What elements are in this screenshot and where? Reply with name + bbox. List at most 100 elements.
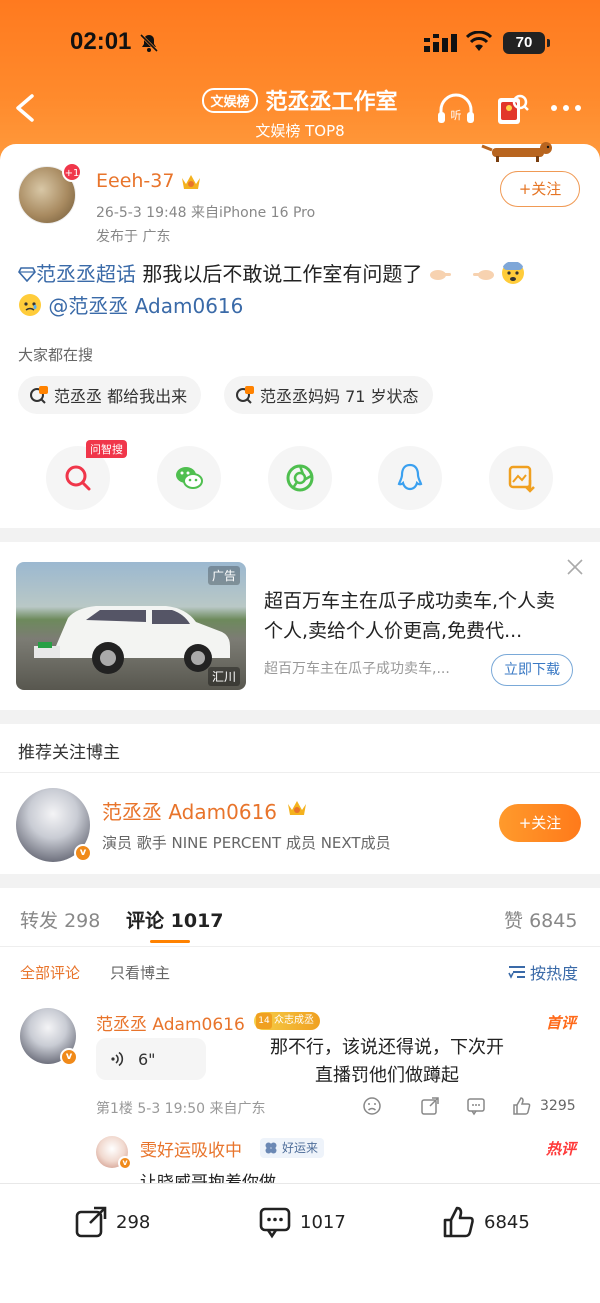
crown-icon — [182, 175, 200, 189]
like-thumb-icon — [443, 1206, 474, 1238]
repost-comment-icon[interactable] — [420, 1096, 440, 1116]
post-card: +1 Eeeh-37 26-5-3 19:48 来自iPhone 16 Pro … — [0, 142, 600, 528]
post-location: 发布于 广东 — [96, 229, 171, 245]
comment-count: 1017 — [300, 1211, 346, 1233]
post-text: 那我以后不敢说工作室有问题了 — [136, 262, 423, 286]
recommended-name[interactable]: 范丞丞 Adam0616 — [102, 796, 277, 825]
close-icon[interactable] — [566, 558, 584, 576]
ad-subtitle: 超百万车主在瓜子成功卖车,... — [264, 661, 450, 677]
reply-author[interactable]: 雯好运吸收中 — [140, 1136, 242, 1161]
voice-duration: 6" — [138, 1049, 156, 1069]
voice-transcript: 那不行，该说还得说，下次开直播罚他们做蹲起 — [270, 1037, 504, 1086]
battery-indicator: 70 — [503, 32, 550, 54]
filter-author-only[interactable]: 只看博主 — [110, 962, 170, 983]
trending-search-item[interactable]: 范丞丞妈妈 71 岁状态 — [224, 376, 433, 414]
share-row: 问智搜 — [0, 440, 600, 510]
bell-muted-icon — [139, 33, 159, 53]
clover-icon — [265, 1142, 277, 1154]
recommended-description: 演员 歌手 NINE PERCENT 成员 NEXT成员 — [102, 834, 391, 852]
voice-message[interactable]: 6" — [96, 1038, 206, 1080]
ad-label: 广告 — [207, 566, 240, 585]
cellular-signal-icon — [424, 34, 457, 52]
red-packet-search-icon[interactable] — [494, 90, 530, 128]
verified-v-icon: v — [118, 1156, 132, 1170]
follow-author-button[interactable]: +关注 — [500, 171, 580, 207]
comment-author[interactable]: 范丞丞 Adam0616 — [96, 1010, 245, 1035]
like-thumb-icon[interactable] — [512, 1096, 532, 1116]
repost-button[interactable]: 298 — [74, 1204, 150, 1240]
luck-badge-label: 好运来 — [282, 1141, 319, 1155]
sort-by-heat-button[interactable]: 按热度 — [508, 960, 578, 984]
pointing-hands-emoji-icon — [429, 270, 451, 280]
filter-all-comments[interactable]: 全部评论 — [20, 962, 80, 983]
post-body: 范丞丞超话 那我以后不敢说工作室有问题了 @范丞丞 Adam0616 — [18, 258, 578, 322]
ad-download-button[interactable]: 立即下载 — [491, 654, 573, 686]
author-name[interactable]: Eeeh-37 — [96, 170, 174, 192]
comment-like-count: 3295 — [540, 1098, 576, 1114]
avatar-plus-badge: +1 — [62, 162, 82, 182]
fearful-face-emoji-icon — [502, 262, 525, 284]
reply-comment-icon[interactable] — [466, 1096, 486, 1116]
teary-face-emoji-icon — [19, 294, 41, 316]
dislike-face-icon[interactable] — [362, 1096, 382, 1116]
comment-button[interactable]: 1017 — [258, 1204, 346, 1240]
ad-source: 汇川 — [207, 667, 240, 686]
recommend-title: 推荐关注博主 — [18, 743, 120, 763]
tab-comments-count: 1017 — [170, 910, 224, 932]
comment-bubble-icon — [259, 1207, 291, 1239]
trending-search-label: 范丞丞 都给我出来 — [54, 387, 188, 406]
ai-search-tag: 问智搜 — [86, 440, 127, 458]
save-image-button[interactable] — [489, 446, 553, 510]
tab-repost-count: 298 — [64, 910, 101, 932]
tab-repost[interactable]: 转发 298 — [20, 906, 100, 933]
recommended-blogger-card: 推荐关注博主 v 范丞丞 Adam0616 演员 歌手 NINE PERCENT… — [0, 724, 600, 874]
luck-badge[interactable]: 好运来 — [260, 1138, 325, 1158]
pointing-hands-emoji-icon — [473, 270, 495, 280]
trending-search-title: 大家都在搜 — [18, 346, 94, 364]
tab-comments[interactable]: 评论 1017 — [126, 906, 224, 933]
fan-club-badge[interactable]: 14 众志成丞 — [254, 1012, 320, 1030]
save-image-icon — [508, 465, 535, 493]
tab-comments-label: 评论 — [126, 910, 165, 932]
ad-card[interactable]: 广告 汇川 超百万车主在瓜子成功卖车,个人卖个人,卖给个人价更高,免费代... … — [0, 542, 600, 710]
tab-likes[interactable]: 赞 6845 — [504, 906, 577, 933]
like-button[interactable]: 6845 — [442, 1204, 530, 1240]
trending-search-label: 范丞丞妈妈 71 岁状态 — [260, 387, 419, 406]
voice-wave-icon — [111, 1051, 124, 1067]
wifi-icon — [466, 31, 492, 51]
fan-level: 14 — [256, 1013, 272, 1029]
status-time: 02:01 — [70, 28, 132, 55]
svg-text:听: 听 — [451, 109, 462, 122]
share-moments-button[interactable] — [268, 446, 332, 510]
hot-search-icon — [236, 386, 254, 404]
super-topic-diamond-icon — [18, 267, 36, 282]
sort-label: 按热度 — [530, 964, 579, 983]
active-tab-indicator — [150, 940, 190, 943]
rank-tag: 文娱榜 — [202, 87, 258, 113]
tab-likes-label: 赞 — [504, 910, 524, 932]
repost-count: 298 — [116, 1211, 151, 1233]
super-topic-link[interactable]: 范丞丞超话 — [36, 262, 136, 286]
crown-icon — [288, 801, 306, 815]
tab-likes-count: 6845 — [529, 910, 578, 932]
share-qq-button[interactable] — [378, 446, 442, 510]
ad-car-image[interactable]: 广告 汇川 — [16, 562, 246, 690]
more-options-icon[interactable] — [550, 102, 582, 114]
dachshund-decoration-icon — [481, 142, 552, 162]
share-wechat-button[interactable] — [157, 446, 221, 510]
sort-icon — [508, 966, 525, 979]
mention-link[interactable]: @范丞丞 Adam0616 — [48, 294, 243, 318]
tab-repost-label: 转发 — [20, 910, 59, 932]
post-timestamp-source: 26-5-3 19:48 来自iPhone 16 Pro — [96, 205, 316, 221]
follow-recommended-button[interactable]: +关注 — [499, 804, 581, 842]
ad-title[interactable]: 超百万车主在瓜子成功卖车,个人卖个人,卖给个人价更高,免费代... — [264, 586, 570, 646]
divider — [0, 946, 600, 947]
repost-icon — [75, 1206, 107, 1238]
listen-headphone-icon[interactable]: 听 — [436, 92, 476, 126]
bottom-action-bar: 298 1017 6845 — [0, 1183, 600, 1303]
wechat-icon — [176, 467, 203, 489]
qq-icon — [397, 463, 423, 491]
first-comment-badge: 首评 — [546, 1014, 577, 1032]
page-title: 范丞丞工作室 — [265, 90, 398, 115]
trending-search-item[interactable]: 范丞丞 都给我出来 — [18, 376, 202, 414]
